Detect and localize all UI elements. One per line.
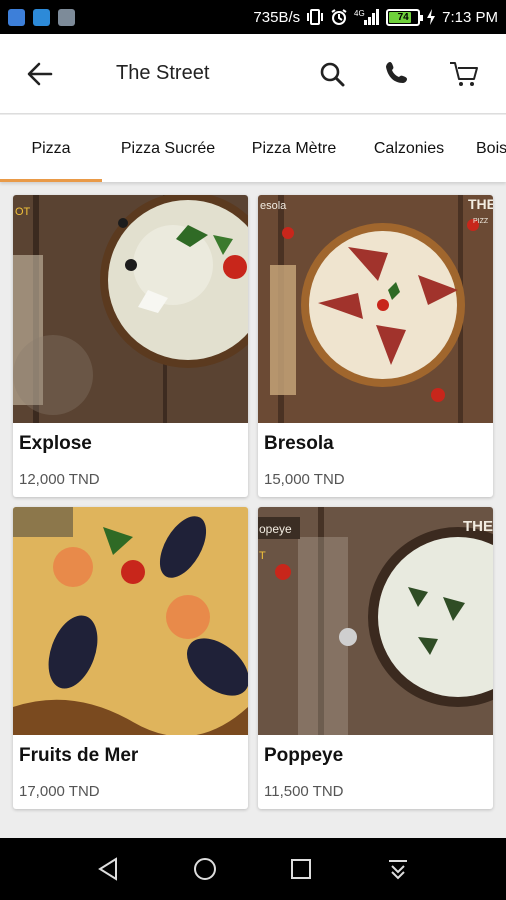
back-button[interactable] bbox=[0, 34, 80, 114]
product-card[interactable]: Fruits de Mer 17,000 TND bbox=[13, 507, 248, 809]
signal-icon: 4G bbox=[354, 9, 380, 25]
back-triangle-icon bbox=[98, 857, 118, 881]
notification-shade-icon bbox=[388, 860, 407, 880]
product-card[interactable]: esola THE PIZZ Bresola 15,000 TND bbox=[258, 195, 493, 497]
product-photo[interactable]: opeye THE T bbox=[258, 507, 493, 735]
tab-boissons[interactable]: Bois bbox=[464, 115, 506, 182]
call-button[interactable] bbox=[370, 46, 426, 102]
product-photo[interactable]: esola THE PIZZ bbox=[258, 195, 493, 423]
photo-overlay-brand-sub: PIZZ bbox=[473, 218, 489, 225]
usb-icon bbox=[33, 8, 50, 26]
product-photo[interactable] bbox=[13, 507, 248, 735]
shopping-cart-icon bbox=[450, 61, 478, 86]
photo-overlay-tag: OT bbox=[15, 206, 31, 218]
app-bar: The Street bbox=[0, 34, 506, 114]
photo-overlay-brand: THE bbox=[468, 196, 493, 212]
product-name: Explose bbox=[19, 433, 92, 454]
product-name: Poppeye bbox=[264, 745, 344, 766]
product-name: Bresola bbox=[264, 433, 334, 454]
page-title: The Street bbox=[116, 62, 210, 84]
notification-app-icon bbox=[8, 8, 25, 26]
nav-back-button[interactable] bbox=[78, 839, 138, 899]
cart-button[interactable] bbox=[436, 46, 492, 102]
product-price: 12,000 TND bbox=[19, 471, 100, 488]
clock: 7:13 PM bbox=[442, 8, 498, 26]
svg-text:4G: 4G bbox=[354, 9, 365, 18]
product-name: Fruits de Mer bbox=[19, 745, 139, 766]
product-price: 15,000 TND bbox=[264, 471, 345, 488]
navigation-bar bbox=[0, 838, 506, 900]
battery-level: 74 bbox=[397, 11, 409, 23]
tab-pizza-metre[interactable]: Pizza Mètre bbox=[234, 115, 354, 182]
arrow-left-icon bbox=[27, 62, 53, 85]
home-circle-icon bbox=[193, 858, 216, 880]
phone-icon bbox=[386, 61, 407, 83]
nav-notifications-button[interactable] bbox=[368, 839, 428, 899]
search-icon bbox=[320, 62, 345, 86]
alarm-icon bbox=[331, 9, 347, 25]
product-card[interactable]: OT Explose 12,000 TND bbox=[13, 195, 248, 497]
tab-pizza[interactable]: Pizza bbox=[0, 115, 102, 182]
product-grid: OT Explose 12,000 TND esola THE PIZZ Bre bbox=[0, 182, 506, 838]
recents-square-icon bbox=[291, 859, 312, 879]
status-left bbox=[8, 8, 75, 26]
category-tabs: Pizza Pizza Sucrée Pizza Mètre Calzonies… bbox=[0, 115, 506, 182]
product-price: 17,000 TND bbox=[19, 783, 100, 800]
image-icon bbox=[58, 8, 75, 26]
status-right: 735B/s 4G 74 7:13 PM bbox=[253, 8, 498, 26]
charging-icon bbox=[427, 9, 436, 25]
vibrate-icon bbox=[307, 9, 324, 25]
toolbar-actions bbox=[304, 46, 506, 102]
product-photo[interactable]: OT bbox=[13, 195, 248, 423]
battery-icon: 74 bbox=[386, 8, 424, 26]
photo-overlay-brand: THE bbox=[463, 518, 493, 535]
product-price: 11,500 TND bbox=[264, 783, 344, 800]
product-card[interactable]: opeye THE T Poppeye 11,500 TND bbox=[258, 507, 493, 809]
status-bar: 735B/s 4G 74 7:13 PM bbox=[0, 0, 506, 34]
search-button[interactable] bbox=[304, 46, 360, 102]
nav-home-button[interactable] bbox=[175, 839, 235, 899]
photo-overlay-tag: opeye bbox=[259, 522, 292, 536]
tab-calzonies[interactable]: Calzonies bbox=[354, 115, 464, 182]
photo-overlay-tag: esola bbox=[260, 200, 287, 212]
network-speed: 735B/s bbox=[253, 8, 301, 26]
nav-recents-button[interactable] bbox=[271, 839, 331, 899]
photo-overlay-corner: T bbox=[259, 550, 266, 562]
tab-pizza-sucree[interactable]: Pizza Sucrée bbox=[102, 115, 234, 182]
